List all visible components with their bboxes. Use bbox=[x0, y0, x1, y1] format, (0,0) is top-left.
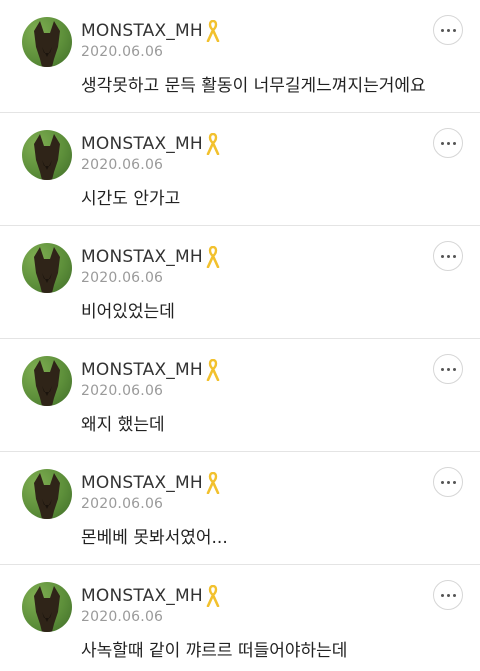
post-date: 2020.06.06 bbox=[81, 157, 164, 173]
post-item: MONSTAX_MH 2020.06.06 생각못하고 문득 활동이 너무길게느… bbox=[0, 0, 480, 113]
username[interactable]: MONSTAX_MH bbox=[81, 359, 220, 381]
avatar[interactable] bbox=[22, 356, 72, 406]
post-date: 2020.06.06 bbox=[81, 270, 164, 286]
more-options-icon[interactable] bbox=[433, 580, 463, 610]
yellow-ribbon-icon bbox=[206, 585, 220, 607]
more-options-icon[interactable] bbox=[433, 128, 463, 158]
yellow-ribbon-icon bbox=[206, 359, 220, 381]
post-text: 왜지 했는데 bbox=[81, 415, 165, 435]
username[interactable]: MONSTAX_MH bbox=[81, 133, 220, 155]
more-options-icon[interactable] bbox=[433, 354, 463, 384]
post-item: MONSTAX_MH 2020.06.06 몬베베 못봐서였어... bbox=[0, 452, 480, 565]
yellow-ribbon-icon bbox=[206, 20, 220, 42]
post-text: 몬베베 못봐서였어... bbox=[81, 528, 228, 548]
avatar[interactable] bbox=[22, 469, 72, 519]
yellow-ribbon-icon bbox=[206, 246, 220, 268]
yellow-ribbon-icon bbox=[206, 472, 220, 494]
username[interactable]: MONSTAX_MH bbox=[81, 585, 220, 607]
post-item: MONSTAX_MH 2020.06.06 시간도 안가고 bbox=[0, 113, 480, 226]
feed: MONSTAX_MH 2020.06.06 생각못하고 문득 활동이 너무길게느… bbox=[0, 0, 480, 671]
more-options-icon[interactable] bbox=[433, 15, 463, 45]
post-text: 시간도 안가고 bbox=[81, 189, 181, 209]
username[interactable]: MONSTAX_MH bbox=[81, 246, 220, 268]
avatar[interactable] bbox=[22, 130, 72, 180]
avatar[interactable] bbox=[22, 17, 72, 67]
post-date: 2020.06.06 bbox=[81, 383, 164, 399]
post-text: 비어있었는데 bbox=[81, 302, 175, 322]
avatar[interactable] bbox=[22, 243, 72, 293]
post-date: 2020.06.06 bbox=[81, 496, 164, 512]
post-item: MONSTAX_MH 2020.06.06 사녹할때 같이 꺄르르 떠들어야하는… bbox=[0, 565, 480, 671]
post-date: 2020.06.06 bbox=[81, 609, 164, 625]
more-options-icon[interactable] bbox=[433, 241, 463, 271]
post-item: MONSTAX_MH 2020.06.06 비어있었는데 bbox=[0, 226, 480, 339]
post-date: 2020.06.06 bbox=[81, 44, 164, 60]
more-options-icon[interactable] bbox=[433, 467, 463, 497]
post-item: MONSTAX_MH 2020.06.06 왜지 했는데 bbox=[0, 339, 480, 452]
post-text: 사녹할때 같이 꺄르르 떠들어야하는데 bbox=[81, 641, 348, 661]
post-text: 생각못하고 문득 활동이 너무길게느껴지는거에요 bbox=[81, 76, 426, 96]
username[interactable]: MONSTAX_MH bbox=[81, 472, 220, 494]
avatar[interactable] bbox=[22, 582, 72, 632]
yellow-ribbon-icon bbox=[206, 133, 220, 155]
username[interactable]: MONSTAX_MH bbox=[81, 20, 220, 42]
